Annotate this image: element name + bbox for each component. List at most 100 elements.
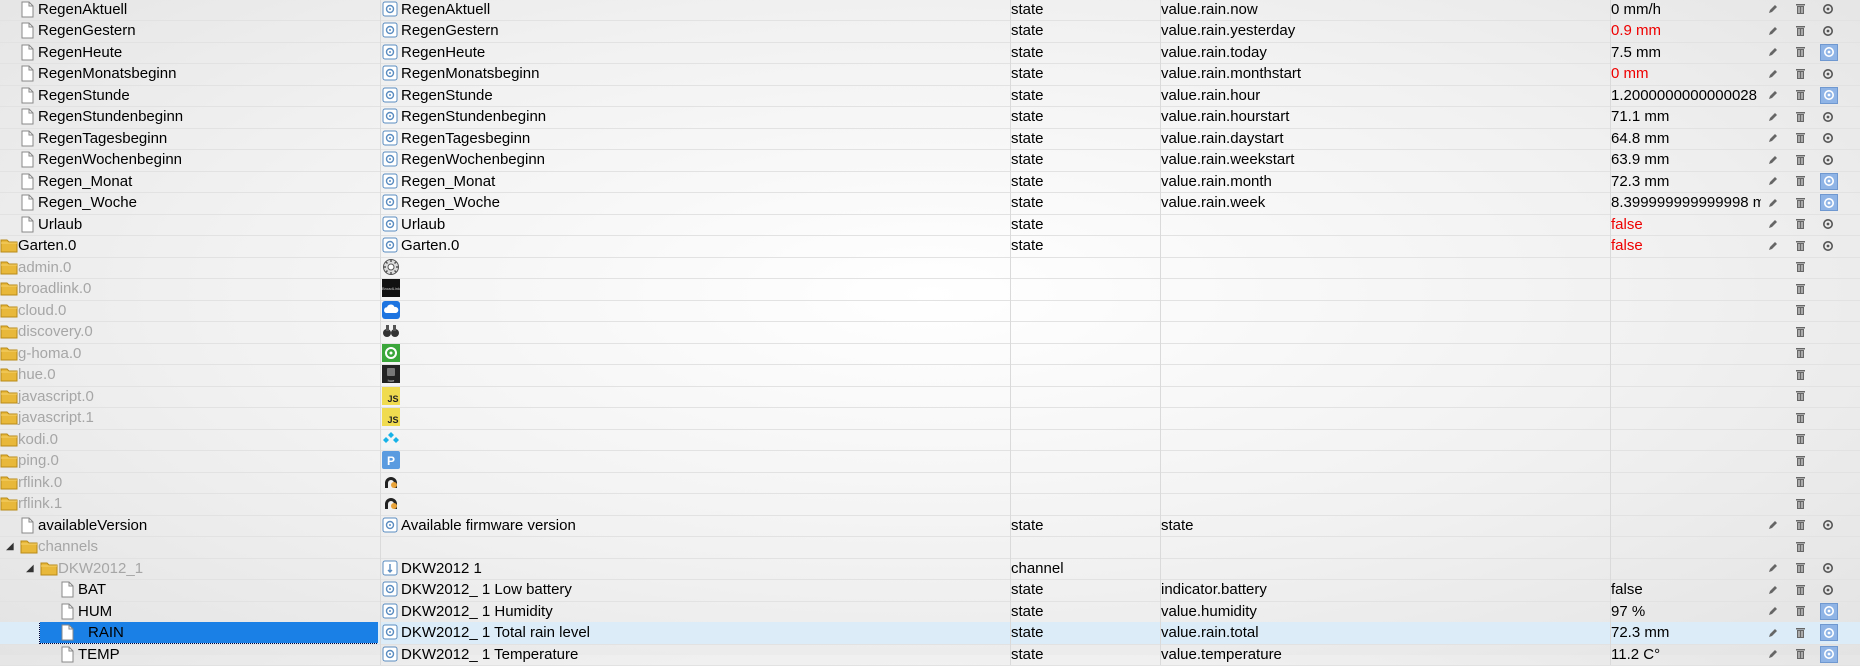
table-row[interactable]: kodi.0 [0, 429, 1860, 452]
table-row[interactable]: RegenHeuteRegenHeutestatevalue.rain.toda… [0, 42, 1860, 65]
tree-expand-icon[interactable]: ◢ [6, 536, 14, 558]
config-button[interactable] [1820, 603, 1838, 620]
value-cell[interactable]: 72.3 mm [1610, 622, 1761, 644]
name-cell[interactable]: cloud.0 [0, 300, 378, 322]
table-row[interactable]: g-homa.0 [0, 343, 1860, 366]
delete-button[interactable] [1792, 496, 1808, 511]
delete-button[interactable] [1792, 475, 1808, 490]
value-cell[interactable] [1610, 300, 1761, 322]
name-cell[interactable]: javascript.0 [0, 386, 378, 408]
name-cell[interactable]: Regen_Woche [0, 192, 378, 214]
delete-button[interactable] [1792, 432, 1808, 447]
table-row[interactable]: ◢DKW2012_1DKW2012 1channel [0, 558, 1860, 581]
delete-button[interactable] [1792, 647, 1808, 662]
name-cell[interactable]: RegenTagesbeginn [0, 128, 378, 150]
config-button[interactable] [1820, 518, 1836, 533]
name-cell[interactable]: RegenHeute [0, 42, 378, 64]
delete-button[interactable] [1792, 604, 1808, 619]
table-row[interactable]: RegenMonatsbeginnRegenMonatsbeginnstatev… [0, 63, 1860, 86]
name-cell[interactable]: RegenMonatsbeginn [0, 63, 378, 85]
name-cell[interactable]: rflink.1 [0, 493, 378, 515]
edit-button[interactable] [1765, 195, 1781, 210]
table-row[interactable]: RegenGesternRegenGesternstatevalue.rain.… [0, 20, 1860, 43]
value-cell[interactable]: 0.9 mm [1610, 20, 1761, 42]
value-cell[interactable] [1610, 450, 1761, 472]
config-button[interactable] [1820, 217, 1836, 232]
value-cell[interactable]: 64.8 mm [1610, 128, 1761, 150]
name-cell[interactable]: kodi.0 [0, 429, 378, 451]
value-cell[interactable] [1610, 321, 1761, 343]
edit-button[interactable] [1765, 109, 1781, 124]
delete-button[interactable] [1792, 109, 1808, 124]
name-cell[interactable]: ◢channels [0, 536, 378, 558]
value-cell[interactable]: 72.3 mm [1610, 171, 1761, 193]
value-cell[interactable] [1610, 493, 1761, 515]
config-button[interactable] [1820, 152, 1836, 167]
name-cell[interactable]: hue.0 [0, 364, 378, 386]
name-cell[interactable]: admin.0 [0, 257, 378, 279]
delete-button[interactable] [1792, 453, 1808, 468]
table-row[interactable]: UrlaubUrlaubstatefalse [0, 214, 1860, 237]
name-cell[interactable]: RegenWochenbeginn [0, 149, 378, 171]
value-cell[interactable] [1610, 257, 1761, 279]
table-row[interactable]: RegenTagesbeginnRegenTagesbeginnstateval… [0, 128, 1860, 151]
config-button[interactable] [1820, 624, 1838, 641]
name-cell[interactable]: TEMP [0, 644, 378, 666]
edit-button[interactable] [1765, 604, 1781, 619]
config-button[interactable] [1820, 173, 1838, 190]
config-button[interactable] [1820, 194, 1838, 211]
value-cell[interactable] [1610, 386, 1761, 408]
delete-button[interactable] [1792, 539, 1808, 554]
value-cell[interactable] [1610, 407, 1761, 429]
name-cell[interactable]: ◢DKW2012_1 [0, 558, 378, 580]
delete-button[interactable] [1792, 2, 1808, 17]
config-button[interactable] [1820, 131, 1836, 146]
delete-button[interactable] [1792, 389, 1808, 404]
config-button[interactable] [1820, 238, 1836, 253]
delete-button[interactable] [1792, 324, 1808, 339]
table-row[interactable]: admin.0 [0, 257, 1860, 280]
delete-button[interactable] [1792, 131, 1808, 146]
table-row[interactable]: ping.0P [0, 450, 1860, 473]
edit-button[interactable] [1765, 174, 1781, 189]
config-button[interactable] [1820, 44, 1838, 61]
edit-button[interactable] [1765, 238, 1781, 253]
name-cell[interactable]: RegenStunde [0, 85, 378, 107]
value-cell[interactable] [1610, 472, 1761, 494]
table-row[interactable]: RegenAktuellRegenAktuellstatevalue.rain.… [0, 0, 1860, 21]
value-cell[interactable]: 71.1 mm [1610, 106, 1761, 128]
table-row[interactable]: Garten.0Garten.0statefalse [0, 235, 1860, 258]
table-row[interactable]: availableVersionAvailable firmware versi… [0, 515, 1860, 538]
name-cell[interactable]: Urlaub [0, 214, 378, 236]
config-button[interactable] [1820, 87, 1838, 104]
delete-button[interactable] [1792, 281, 1808, 296]
delete-button[interactable] [1792, 238, 1808, 253]
delete-button[interactable] [1792, 260, 1808, 275]
value-cell[interactable]: 8.399999999999998 mm [1610, 192, 1761, 214]
delete-button[interactable] [1792, 174, 1808, 189]
delete-button[interactable] [1792, 582, 1808, 597]
value-cell[interactable] [1610, 364, 1761, 386]
table-row[interactable]: javascript.1JS [0, 407, 1860, 430]
value-cell[interactable]: 63.9 mm [1610, 149, 1761, 171]
value-cell[interactable]: false [1610, 579, 1761, 601]
edit-button[interactable] [1765, 582, 1781, 597]
table-row[interactable]: Regen_WocheRegen_Wochestatevalue.rain.we… [0, 192, 1860, 215]
value-cell[interactable]: false [1610, 235, 1761, 257]
name-cell[interactable]: BAT [0, 579, 378, 601]
name-cell[interactable]: discovery.0 [0, 321, 378, 343]
table-row[interactable]: broadlink.0BroadLink [0, 278, 1860, 301]
name-cell[interactable]: RegenGestern [0, 20, 378, 42]
config-button[interactable] [1820, 646, 1838, 663]
value-cell[interactable]: 1.2000000000000028 mm [1610, 85, 1761, 107]
name-cell[interactable]: ping.0 [0, 450, 378, 472]
value-cell[interactable]: 0 mm/h [1610, 0, 1761, 20]
name-cell[interactable]: RAIN [0, 622, 378, 644]
name-cell[interactable]: RegenAktuell [0, 0, 378, 20]
delete-button[interactable] [1792, 217, 1808, 232]
config-button[interactable] [1820, 2, 1836, 17]
name-cell[interactable]: broadlink.0 [0, 278, 378, 300]
delete-button[interactable] [1792, 23, 1808, 38]
name-cell[interactable]: RegenStundenbeginn [0, 106, 378, 128]
value-cell[interactable] [1610, 558, 1761, 580]
